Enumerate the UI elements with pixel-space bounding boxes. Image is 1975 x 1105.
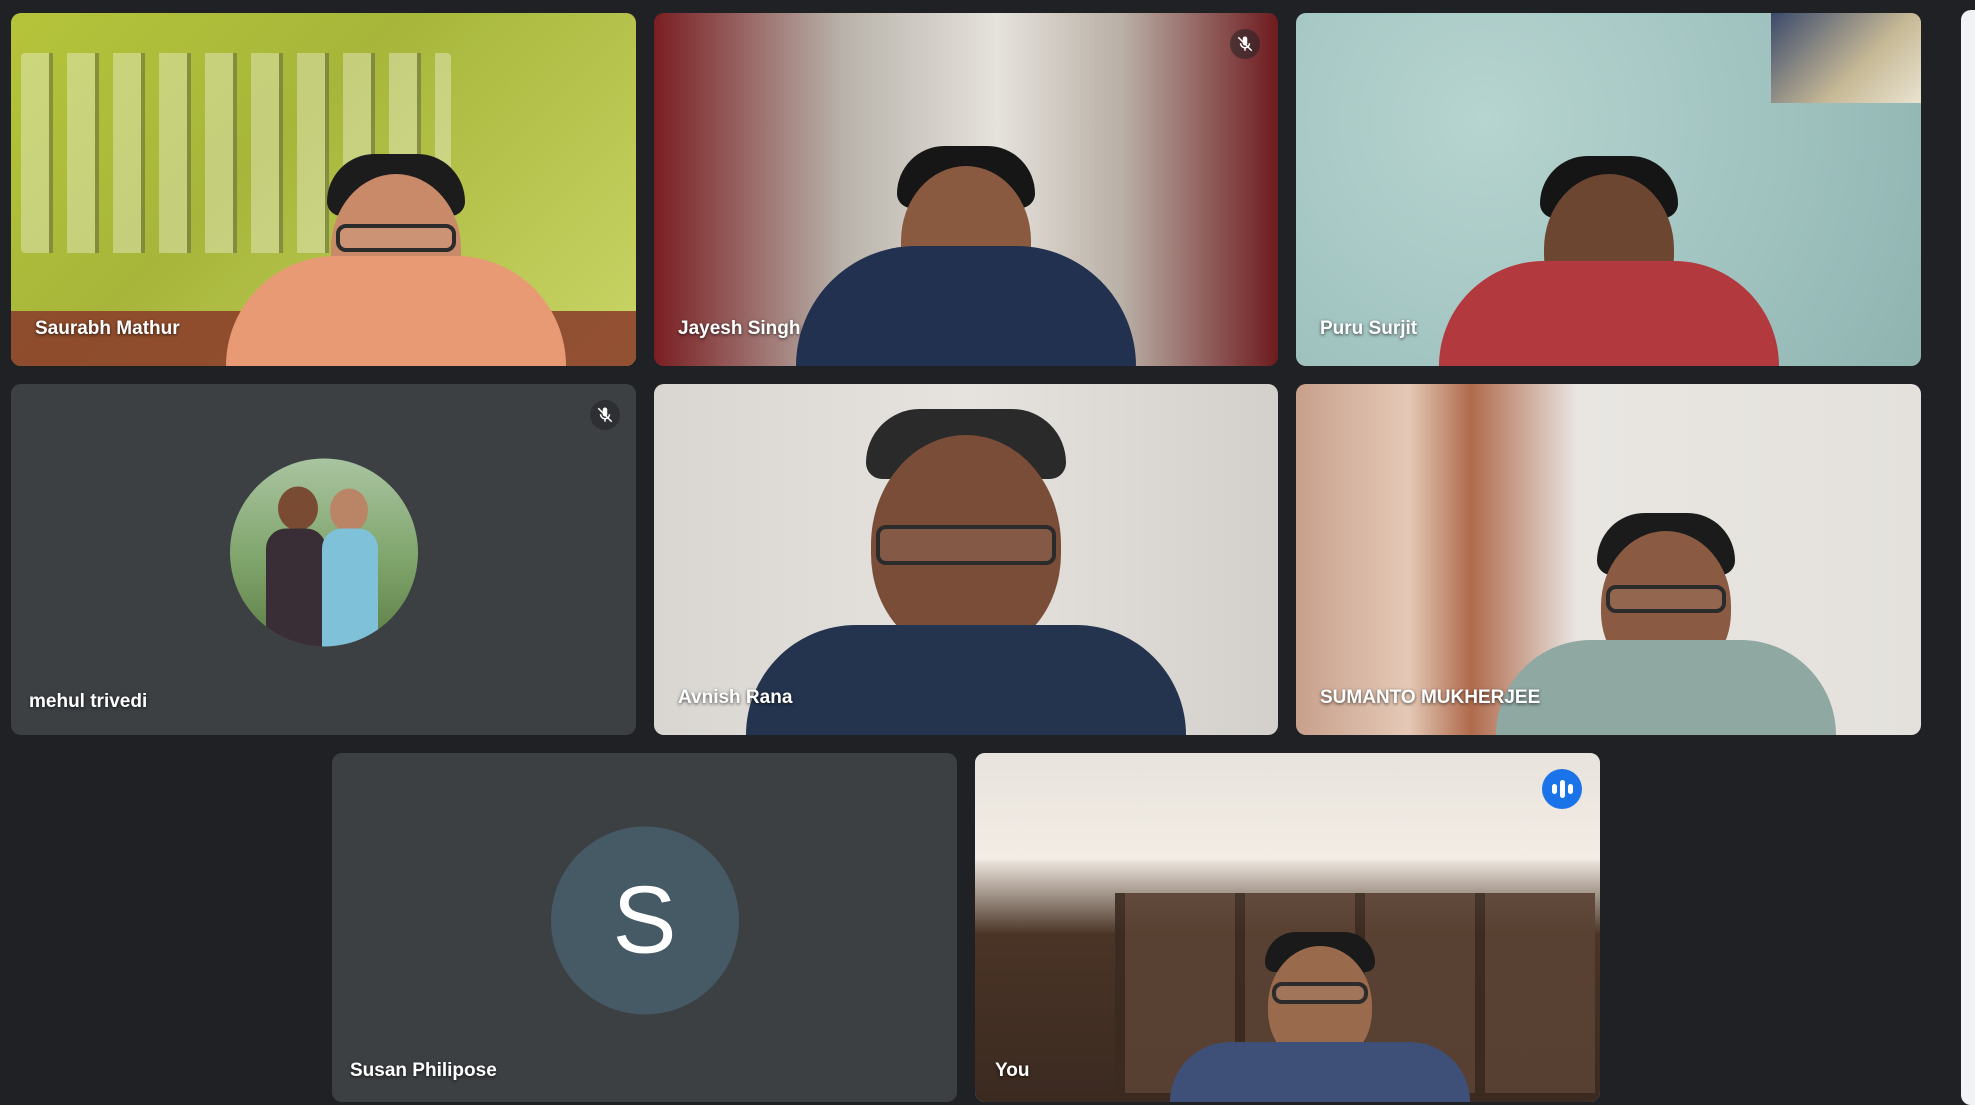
participant-tile-jayesh-singh[interactable]: Jayesh Singh (654, 13, 1278, 366)
participant-tile-saurabh-mathur[interactable]: Saurabh Mathur (11, 13, 636, 366)
participant-video (1496, 435, 1836, 735)
participant-video (746, 405, 1186, 735)
participant-name: Avnish Rana (678, 687, 793, 708)
participant-tile-you[interactable]: You (975, 753, 1600, 1102)
audio-level-icon (1542, 769, 1582, 809)
profile-photo (229, 457, 418, 646)
participant-video (1170, 902, 1470, 1102)
participant-name: You (995, 1060, 1030, 1081)
participant-tile-avnish-rana[interactable]: Avnish Rana (654, 384, 1278, 735)
participant-tile-susan-philipose[interactable]: S Susan Philipose (332, 753, 957, 1102)
participant-name: Susan Philipose (350, 1060, 497, 1081)
participant-video (796, 66, 1136, 366)
mic-off-icon (590, 400, 620, 430)
participant-name: Puru Surjit (1320, 318, 1418, 339)
participant-name: SUMANTO MUKHERJEE (1320, 687, 1541, 708)
participant-name: mehul trivedi (29, 691, 148, 712)
participant-tile-mehul-trivedi[interactable]: mehul trivedi (11, 384, 636, 735)
side-panel-edge (1961, 10, 1975, 1105)
participant-name: Saurabh Mathur (35, 318, 180, 339)
letter-avatar: S (550, 825, 739, 1014)
participant-tile-sumanto-mukherjee[interactable]: SUMANTO MUKHERJEE (1296, 384, 1921, 735)
participant-tile-puru-surjit[interactable]: Puru Surjit (1296, 13, 1921, 366)
participant-name: Jayesh Singh (678, 318, 801, 339)
participant-video (1438, 66, 1779, 366)
wall-poster (1771, 13, 1921, 103)
mic-off-icon (1230, 29, 1260, 59)
meeting-grid: Saurabh Mathur Jayesh Singh Puru Surjit (0, 0, 1975, 1105)
participant-video (226, 76, 566, 366)
